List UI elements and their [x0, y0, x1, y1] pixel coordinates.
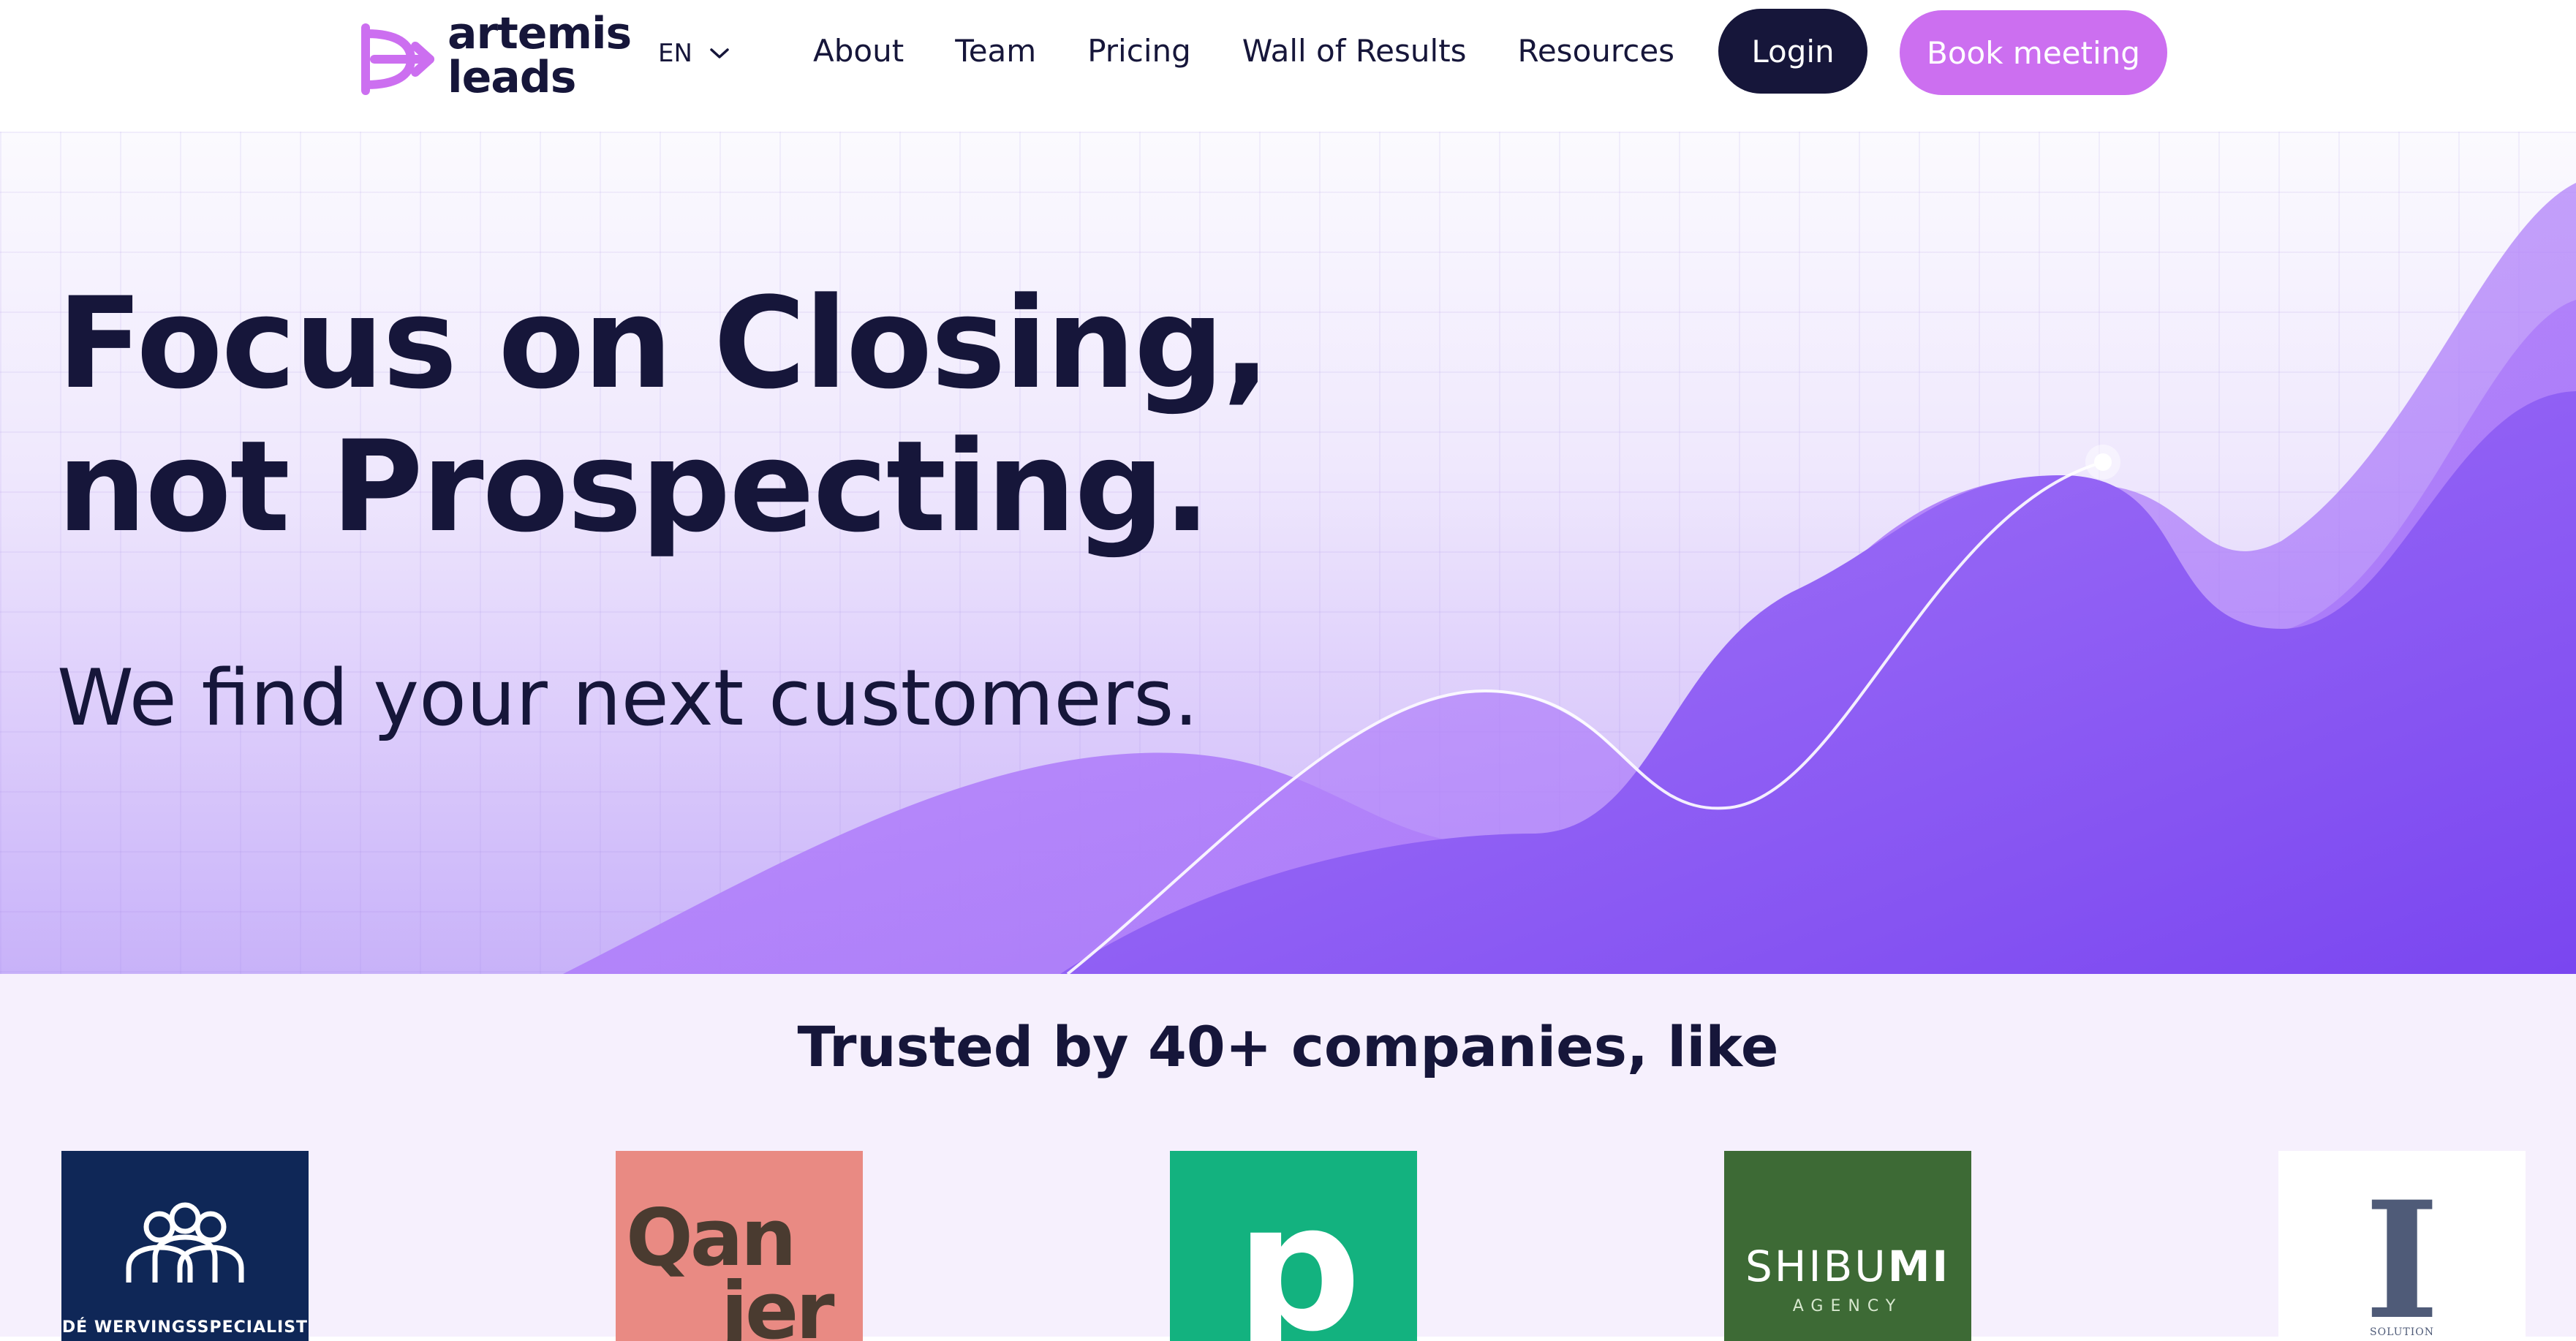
shibumi-wordmark: SHIBUMI — [1724, 1242, 1971, 1291]
hero-title-line-1: Focus on Closing, — [57, 270, 1270, 417]
hero-section: Focus on Closing, not Prospecting. We fi… — [0, 132, 2576, 974]
nav-resources[interactable]: Resources — [1518, 29, 1675, 73]
client-logo-i: I SOLUTION — [2278, 1151, 2526, 1341]
language-selector[interactable]: EN — [658, 35, 730, 72]
hero-title: Focus on Closing, not Prospecting. — [57, 272, 1446, 559]
i-logo-letter: I — [2364, 1166, 2440, 1341]
chevron-down-icon — [710, 48, 729, 58]
site-header: artemis leads EN About Team Pricing Wall… — [0, 0, 2576, 132]
login-button[interactable]: Login — [1718, 9, 1867, 94]
p-logo-letter: p — [1236, 1166, 1361, 1341]
main-nav: About Team Pricing Wall of Results Resou… — [813, 29, 1674, 73]
qanjer-wordmark: Qan jer — [626, 1193, 835, 1341]
trusted-section: Trusted by 40+ companies, like DÉ WERVIN… — [0, 974, 2576, 1341]
logo-line-1: artemis — [447, 8, 632, 59]
nav-wall-of-results[interactable]: Wall of Results — [1242, 29, 1467, 73]
nav-about[interactable]: About — [813, 29, 904, 73]
shibumi-light: SHIBU — [1745, 1242, 1888, 1291]
client-logo-shibumi: SHIBUMI AGENCY — [1724, 1151, 1971, 1341]
arrow-logo-icon — [361, 23, 434, 95]
logo-line-2: leads — [447, 52, 576, 103]
nav-team[interactable]: Team — [955, 29, 1036, 73]
language-label: EN — [658, 39, 692, 68]
shibumi-bold: MI — [1887, 1242, 1951, 1291]
client-logo-qanjer: Qan jer — [616, 1151, 863, 1341]
people-group-icon — [126, 1202, 244, 1283]
qanjer-line-1: Qan — [626, 1193, 797, 1284]
client-logo-de-wervingsspecialist: DÉ WERVINGSSPECIALIST — [61, 1151, 309, 1341]
artemis-leads-logo[interactable]: artemis leads — [358, 8, 636, 108]
trusted-title: Trusted by 40+ companies, like — [797, 1014, 1779, 1079]
nav-pricing[interactable]: Pricing — [1087, 29, 1191, 73]
hero-title-line-2: not Prospecting. — [57, 413, 1211, 560]
book-meeting-button[interactable]: Book meeting — [1900, 10, 2167, 95]
client-logo-caption: DÉ WERVINGSSPECIALIST — [61, 1318, 309, 1337]
shibumi-agency: AGENCY — [1792, 1297, 1903, 1315]
hero-trend-point-core — [2094, 453, 2112, 471]
qanjer-line-2: jer — [721, 1266, 835, 1341]
hero-subtitle: We find your next customers. — [57, 653, 1199, 743]
logo-wordmark: artemis leads — [447, 8, 632, 103]
client-logo-p: p — [1170, 1151, 1417, 1341]
